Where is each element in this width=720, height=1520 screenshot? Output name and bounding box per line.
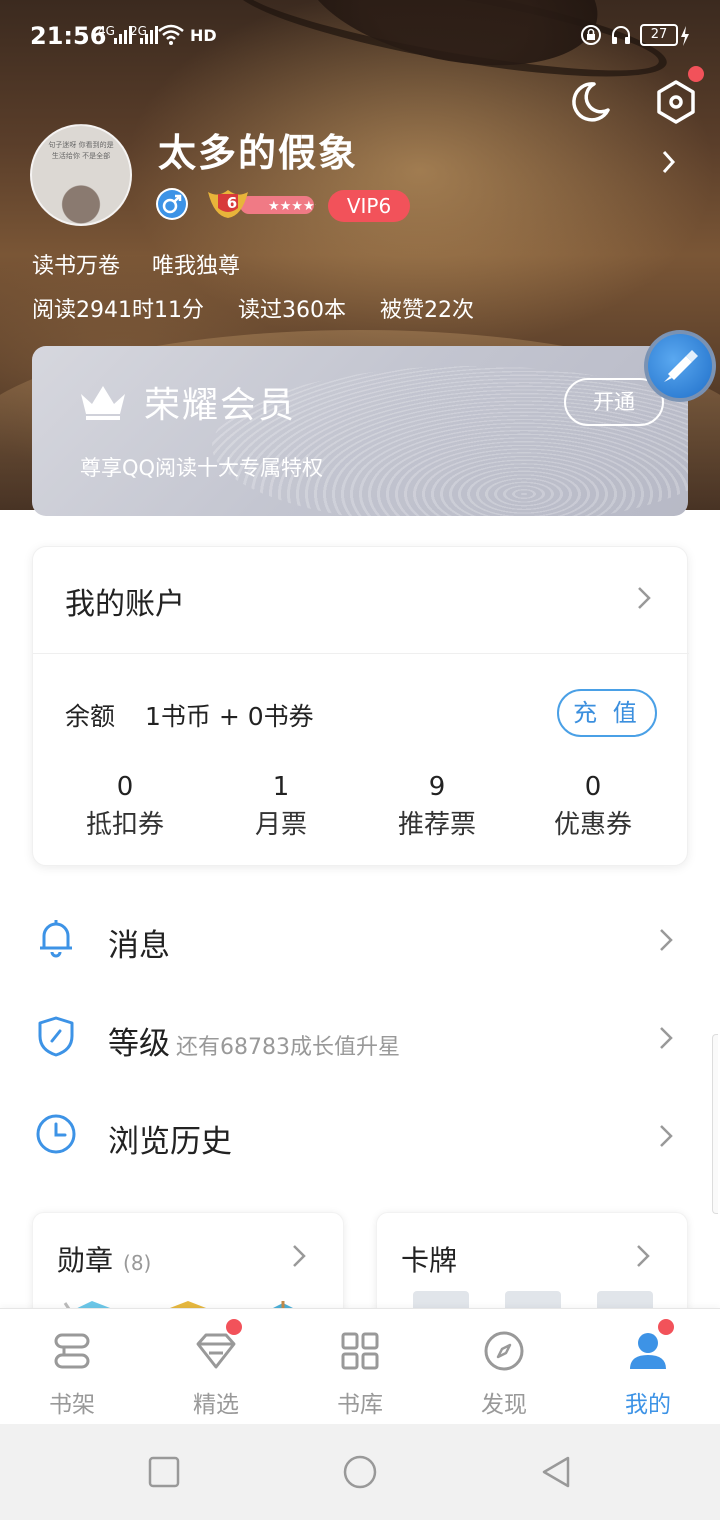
account-chevron-right-icon[interactable]	[635, 585, 653, 611]
system-navigation-bar	[0, 1424, 720, 1520]
grid-icon	[341, 1332, 379, 1370]
home-circle-icon[interactable]	[342, 1454, 378, 1490]
tab-label: 发现	[481, 1392, 527, 1418]
tab-label: 我的	[625, 1392, 671, 1418]
bell-icon	[40, 920, 72, 958]
membership-title: 荣耀会员	[144, 385, 297, 426]
account-title[interactable]: 我的账户	[65, 579, 185, 623]
divider	[33, 653, 689, 654]
stat-value: 1	[272, 772, 290, 802]
settings-notification-dot	[688, 66, 704, 82]
wifi-icon	[158, 24, 184, 45]
shield-icon	[38, 1016, 74, 1057]
avatar-text: 句子迷呀 你看到的是生活给你 不是全部	[48, 141, 114, 160]
level-number: 6	[226, 194, 238, 212]
stat-label: 抵扣券	[85, 810, 164, 840]
reading-stats: 阅读2941时11分 读过360本 被赞22次	[32, 292, 474, 324]
stat-label: 月票	[254, 810, 307, 840]
username[interactable]: 太多的假象	[158, 122, 358, 177]
vip-badge[interactable]: VIP6	[328, 190, 410, 222]
stat-label: 优惠券	[553, 810, 632, 840]
menu-item-history[interactable]: 浏览历史	[0, 1090, 720, 1186]
back-triangle-icon[interactable]	[538, 1454, 574, 1490]
medals-title: 勋章 (8)	[57, 1244, 152, 1277]
menu-item-level[interactable]: 等级 还有68783成长值升星	[0, 992, 720, 1088]
tab-discover[interactable]: 发现	[432, 1309, 576, 1425]
chevron-right-icon	[660, 929, 673, 951]
membership-subtitle: 尊享QQ阅读十大专属特权	[80, 456, 324, 480]
avatar[interactable]: 句子迷呀 你看到的是生活给你 不是全部	[30, 124, 132, 226]
status-bar: 21:56 4G 2G HD 27	[0, 0, 720, 72]
signal-icon-2	[140, 26, 158, 44]
menu-item-label: 浏览历史	[108, 1124, 232, 1160]
cards-title: 卡牌	[401, 1244, 458, 1277]
profile-tag: 唯我独尊	[152, 254, 241, 279]
stat-value: 0	[116, 772, 134, 802]
chevron-right-icon	[660, 1027, 673, 1049]
tab-label: 书库	[337, 1392, 383, 1418]
chevron-right-icon	[637, 1245, 650, 1267]
brush-icon	[664, 350, 698, 382]
skin-brush-float-button[interactable]	[644, 330, 716, 402]
tab-label: 精选	[193, 1392, 239, 1418]
diamond-icon	[196, 1333, 236, 1369]
books-read-stat: 读过360本	[237, 298, 346, 323]
menu-item-messages[interactable]: 消息	[0, 894, 720, 990]
recommend-ticket-stat[interactable]: 9 推荐票	[359, 769, 515, 845]
battery-icon: 27	[640, 24, 678, 46]
status-time: 21:56	[30, 22, 107, 50]
coupon-stat[interactable]: 0 优惠券	[515, 769, 671, 845]
user-icon	[630, 1333, 666, 1369]
balance-value: 1书币 + 0书券	[145, 702, 314, 731]
level-progress-hint: 还有68783成长值升星	[176, 1035, 400, 1060]
clock-icon	[36, 1114, 76, 1154]
night-mode-moon-icon[interactable]	[566, 78, 614, 126]
profile-chevron-right-icon[interactable]	[656, 148, 680, 176]
account-card: 我的账户 余额 1书币 + 0书券 充 值 0 抵扣券 1 月票 9 推荐票 0…	[32, 546, 689, 866]
menu-item-label: 等级 还有68783成长值升星	[108, 1026, 400, 1062]
scrollbar[interactable]	[712, 1034, 718, 1214]
bookshelf-icon	[54, 1333, 90, 1369]
compass-icon	[484, 1331, 524, 1371]
crown-icon	[81, 386, 125, 420]
tab-label: 书架	[49, 1392, 95, 1418]
voucher-stat[interactable]: 0 抵扣券	[47, 769, 203, 845]
chevron-right-icon	[660, 1125, 673, 1147]
balance-label: 余额	[65, 702, 116, 731]
headphones-icon	[612, 26, 630, 44]
profile-tags: 读书万卷 唯我独尊	[32, 248, 240, 280]
hd-label: HD	[190, 26, 217, 45]
tab-bookshelf[interactable]: 书架	[0, 1309, 144, 1425]
tab-library[interactable]: 书库	[288, 1309, 432, 1425]
menu-item-label: 消息	[108, 928, 170, 964]
likes-stat: 被赞22次	[379, 298, 474, 323]
profile-tag: 读书万卷	[32, 254, 121, 279]
stat-value: 0	[584, 772, 602, 802]
charging-icon	[681, 26, 689, 46]
tab-featured[interactable]: 精选	[144, 1309, 288, 1425]
monthly-ticket-stat[interactable]: 1 月票	[203, 769, 359, 845]
chevron-right-icon	[293, 1245, 306, 1267]
medals-count: (8)	[123, 1251, 152, 1275]
membership-card[interactable]: 荣耀会员 尊享QQ阅读十大专属特权 开通	[32, 346, 688, 516]
tab-mine[interactable]: 我的	[576, 1309, 720, 1425]
lock-rotation-icon	[581, 25, 601, 45]
settings-hexagon-icon[interactable]	[652, 78, 700, 126]
featured-notification-dot	[226, 1319, 242, 1335]
bottom-tab-bar: 书架 精选 书库 发现 我的	[0, 1308, 720, 1424]
level-badge-icon: ★★★★★	[208, 190, 316, 218]
svg-text:★★★★★: ★★★★★	[268, 199, 316, 214]
account-stats: 0 抵扣券 1 月票 9 推荐票 0 优惠券	[33, 769, 689, 845]
mine-notification-dot	[658, 1319, 674, 1335]
stat-value: 9	[428, 772, 446, 802]
recent-apps-square-icon[interactable]	[146, 1454, 182, 1490]
stat-label: 推荐票	[397, 810, 476, 840]
reading-time-stat: 阅读2941时11分	[32, 298, 204, 323]
network-label-1: 4G	[98, 24, 115, 38]
recharge-button[interactable]: 充 值	[557, 689, 657, 737]
male-gender-icon	[156, 188, 188, 220]
